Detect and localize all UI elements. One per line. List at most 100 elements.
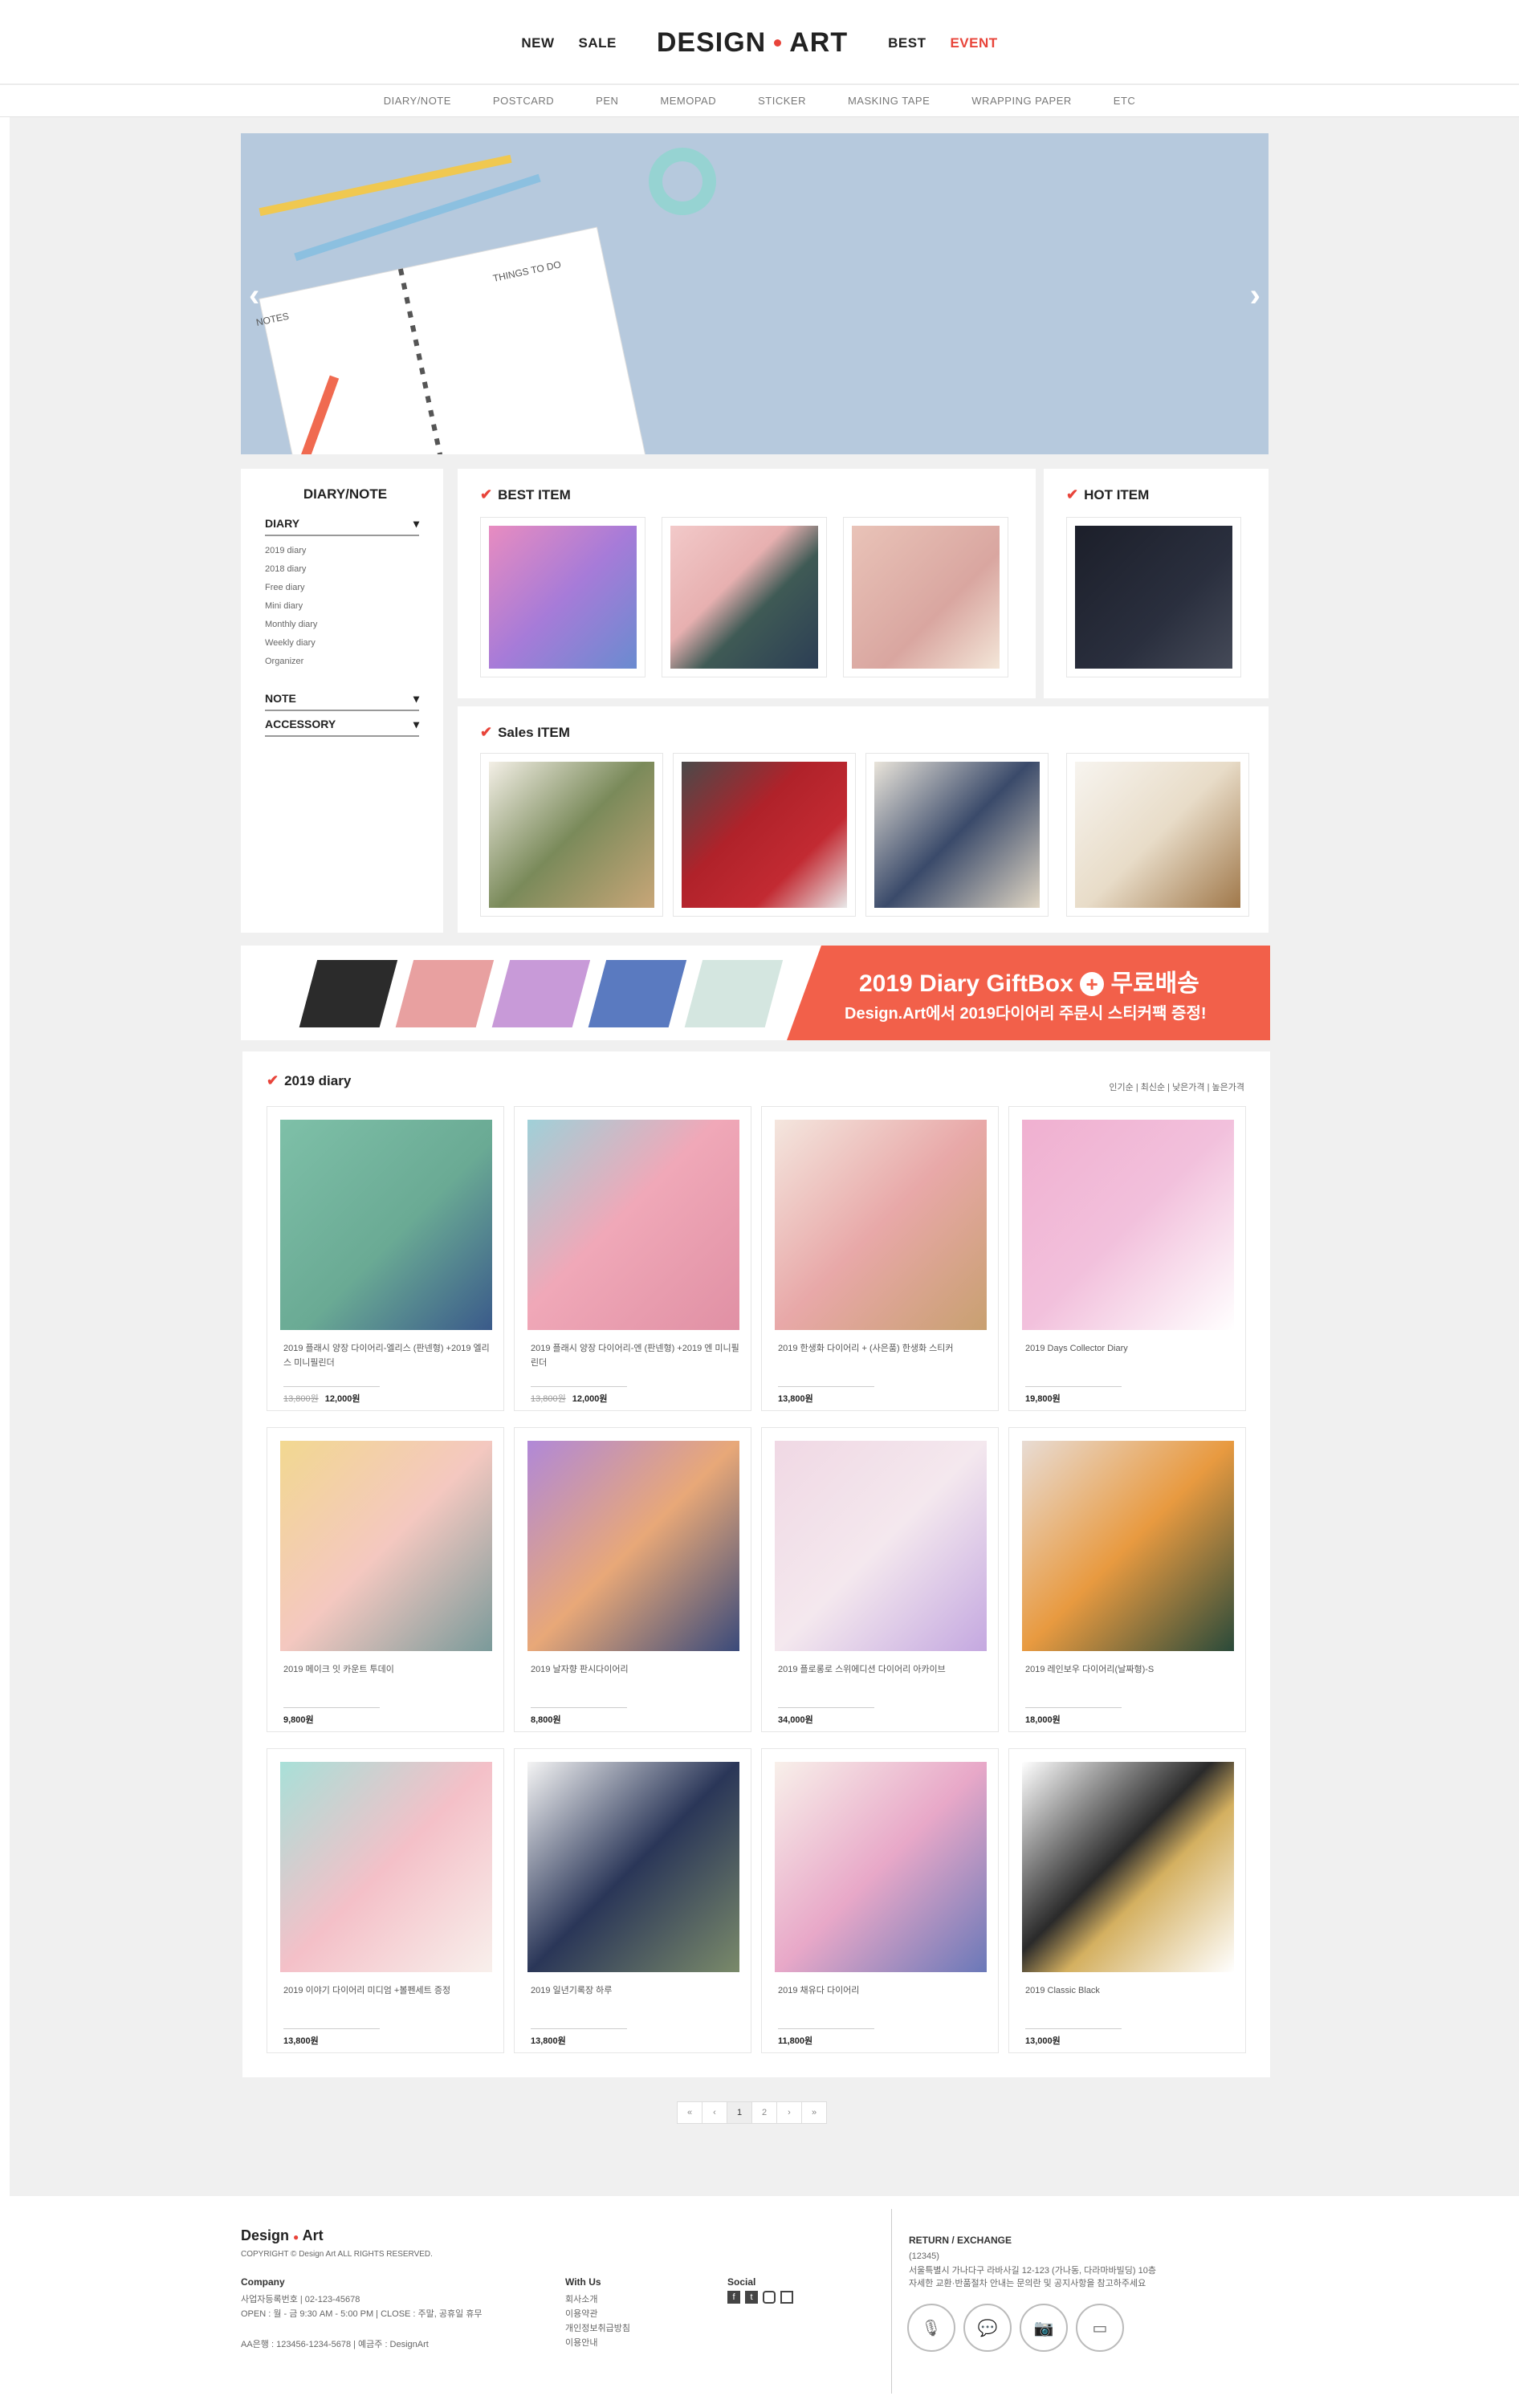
product-name[interactable]: 2019 채유다 다이어리 — [778, 1983, 987, 1998]
product-price-row: 13,800원 — [531, 2028, 627, 2047]
sidebar-item-weekly[interactable]: Weekly diary — [265, 638, 316, 648]
product-card[interactable]: 2019 한생화 다이어리 + (사은품) 한생화 스티커 13,800원 — [761, 1106, 999, 1411]
product-card[interactable]: 2019 채유다 다이어리 11,800원 — [761, 1748, 999, 2053]
cat-etc[interactable]: ETC — [1114, 95, 1136, 107]
sales-item-4[interactable] — [1066, 753, 1249, 917]
product-name[interactable]: 2019 메이크 잇 카운트 투데이 — [283, 1662, 492, 1677]
card-icon[interactable]: ▭ — [1076, 2304, 1124, 2352]
product-name[interactable]: 2019 플로롱로 스위에디션 다이어리 아카이브 — [778, 1662, 987, 1677]
camera-icon[interactable]: 📷 — [1020, 2304, 1068, 2352]
sidebar-item-monthly[interactable]: Monthly diary — [265, 620, 317, 629]
sidebar-item-free[interactable]: Free diary — [265, 583, 305, 592]
product-name[interactable]: 2019 Days Collector Diary — [1025, 1341, 1234, 1356]
logo[interactable]: DESIGN ART — [657, 27, 848, 59]
best-item-1[interactable] — [480, 517, 645, 677]
sidebar-note-toggle[interactable]: NOTE ▾ — [265, 692, 419, 711]
twitter-icon[interactable]: t — [745, 2291, 758, 2304]
product-card[interactable]: 2019 일년기록장 하루 13,800원 — [514, 1748, 751, 2053]
cat-diary-note[interactable]: DIARY/NOTE — [384, 95, 451, 107]
product-price-row: 19,800원 — [1025, 1386, 1122, 1405]
best-item-2[interactable] — [662, 517, 827, 677]
nav-sale[interactable]: SALE — [579, 35, 617, 51]
instagram-icon[interactable] — [763, 2291, 776, 2304]
sidebar-diary-toggle[interactable]: DIARY ▾ — [265, 517, 419, 536]
nav-new[interactable]: NEW — [521, 35, 554, 51]
product-image[interactable] — [775, 1762, 987, 1972]
product-card[interactable]: 2019 날자향 판시다이어리 8,800원 — [514, 1427, 751, 1732]
product-card[interactable]: 2019 플래시 양장 다이어리-엔 (판넨형) +2019 엔 미니필린더 13… — [514, 1106, 751, 1411]
product-name[interactable]: 2019 이야기 다이어리 미디엄 +볼펜세트 증정 — [283, 1983, 492, 1998]
product-price: 13,800원 — [531, 2036, 566, 2046]
sort-options[interactable]: 인기순 | 최신순 | 낮은가격 | 높은가격 — [1109, 1080, 1244, 1093]
hot-item-1[interactable] — [1066, 517, 1241, 677]
hero-slider[interactable]: NOTES THINGS TO DO ‹ › — [241, 133, 1269, 454]
product-image[interactable] — [527, 1762, 739, 1972]
page-prev[interactable]: ‹ — [702, 2101, 727, 2124]
product-price-row: 34,000원 — [778, 1707, 874, 1726]
sales-item-3[interactable] — [865, 753, 1049, 917]
page-first[interactable]: « — [677, 2101, 702, 2124]
chevron-down-icon: ▾ — [413, 692, 419, 705]
product-card[interactable]: 2019 플로롱로 스위에디션 다이어리 아카이브 34,000원 — [761, 1427, 999, 1732]
sales-item-1[interactable] — [480, 753, 663, 917]
product-name[interactable]: 2019 플래시 양장 다이어리-엔 (판넨형) +2019 엔 미니필린더 — [531, 1341, 739, 1370]
product-image[interactable] — [1022, 1120, 1234, 1330]
product-image[interactable] — [527, 1441, 739, 1651]
footer-link-about[interactable]: 회사소개 — [565, 2292, 597, 2307]
cat-postcard[interactable]: POSTCARD — [493, 95, 554, 107]
chat-icon[interactable]: 💬 — [963, 2304, 1012, 2352]
sidebar-item-2019[interactable]: 2019 diary — [265, 546, 306, 555]
product-card[interactable]: 2019 Days Collector Diary 19,800원 — [1008, 1106, 1246, 1411]
cat-sticker[interactable]: STICKER — [758, 95, 806, 107]
sidebar-item-2018[interactable]: 2018 diary — [265, 564, 306, 574]
sidebar-accessory-toggle[interactable]: ACCESSORY ▾ — [265, 718, 419, 737]
product-card[interactable]: 2019 레인보우 다이어리(날짜형)-S 18,000원 — [1008, 1427, 1246, 1732]
nav-best[interactable]: BEST — [888, 35, 926, 51]
giftbox-banner[interactable]: 2019 Diary GiftBox + 무료배송 Design.Art에서 2… — [241, 946, 1270, 1040]
product-name[interactable]: 2019 레인보우 다이어리(날짜형)-S — [1025, 1662, 1234, 1677]
product-card[interactable]: 2019 플래시 양장 다이어리-엘리스 (판넨형) +2019 엘리스 미니필… — [267, 1106, 504, 1411]
cat-wrapping-paper[interactable]: WRAPPING PAPER — [971, 95, 1072, 107]
page-next[interactable]: › — [776, 2101, 802, 2124]
product-name[interactable]: 2019 플래시 양장 다이어리-엘리스 (판넨형) +2019 엘리스 미니필… — [283, 1341, 492, 1370]
cat-memopad[interactable]: MEMOPAD — [660, 95, 716, 107]
hero-next-arrow[interactable]: › — [1250, 278, 1260, 314]
product-name[interactable]: 2019 날자향 판시다이어리 — [531, 1662, 739, 1677]
product-card[interactable]: 2019 Classic Black 13,000원 — [1008, 1748, 1246, 2053]
product-image[interactable] — [1022, 1441, 1234, 1651]
footer-link-privacy[interactable]: 개인정보취급방침 — [565, 2321, 630, 2336]
microphone-icon[interactable]: 🎙 — [907, 2304, 955, 2352]
mail-icon[interactable] — [780, 2291, 793, 2304]
footer-return-title: RETURN / EXCHANGE — [909, 2235, 1012, 2246]
footer-link-terms[interactable]: 이용약관 — [565, 2307, 597, 2321]
best-item-3[interactable] — [843, 517, 1008, 677]
product-name[interactable]: 2019 일년기록장 하루 — [531, 1983, 739, 1998]
sidebar-item-mini[interactable]: Mini diary — [265, 601, 303, 611]
sales-item-2[interactable] — [673, 753, 856, 917]
product-image[interactable] — [280, 1120, 492, 1330]
page-last[interactable]: » — [801, 2101, 827, 2124]
product-card[interactable]: 2019 메이크 잇 카운트 투데이 9,800원 — [267, 1427, 504, 1732]
logo-right: ART — [789, 27, 849, 58]
product-image[interactable] — [280, 1762, 492, 1972]
product-image[interactable] — [527, 1120, 739, 1330]
page-1[interactable]: 1 — [727, 2101, 752, 2124]
product-price: 12,000원 — [572, 1394, 608, 1404]
footer-link-guide[interactable]: 이용안내 — [565, 2336, 597, 2350]
sidebar-item-organizer[interactable]: Organizer — [265, 657, 303, 666]
product-image[interactable] — [280, 1441, 492, 1651]
footer-brand-right: Art — [302, 2227, 324, 2243]
page-2[interactable]: 2 — [751, 2101, 777, 2124]
product-image[interactable] — [775, 1441, 987, 1651]
product-image[interactable] — [775, 1120, 987, 1330]
product-name[interactable]: 2019 Classic Black — [1025, 1983, 1234, 1998]
product-image[interactable] — [1022, 1762, 1234, 1972]
cat-masking-tape[interactable]: MASKING TAPE — [848, 95, 930, 107]
nav-event[interactable]: EVENT — [950, 35, 997, 51]
product-name[interactable]: 2019 한생화 다이어리 + (사은품) 한생화 스티커 — [778, 1341, 987, 1356]
cat-pen[interactable]: PEN — [596, 95, 618, 107]
product-card[interactable]: 2019 이야기 다이어리 미디엄 +볼펜세트 증정 13,800원 — [267, 1748, 504, 2053]
facebook-icon[interactable]: f — [727, 2291, 740, 2304]
hero-prev-arrow[interactable]: ‹ — [249, 278, 259, 314]
sidebar-accessory-label: ACCESSORY — [265, 718, 336, 730]
